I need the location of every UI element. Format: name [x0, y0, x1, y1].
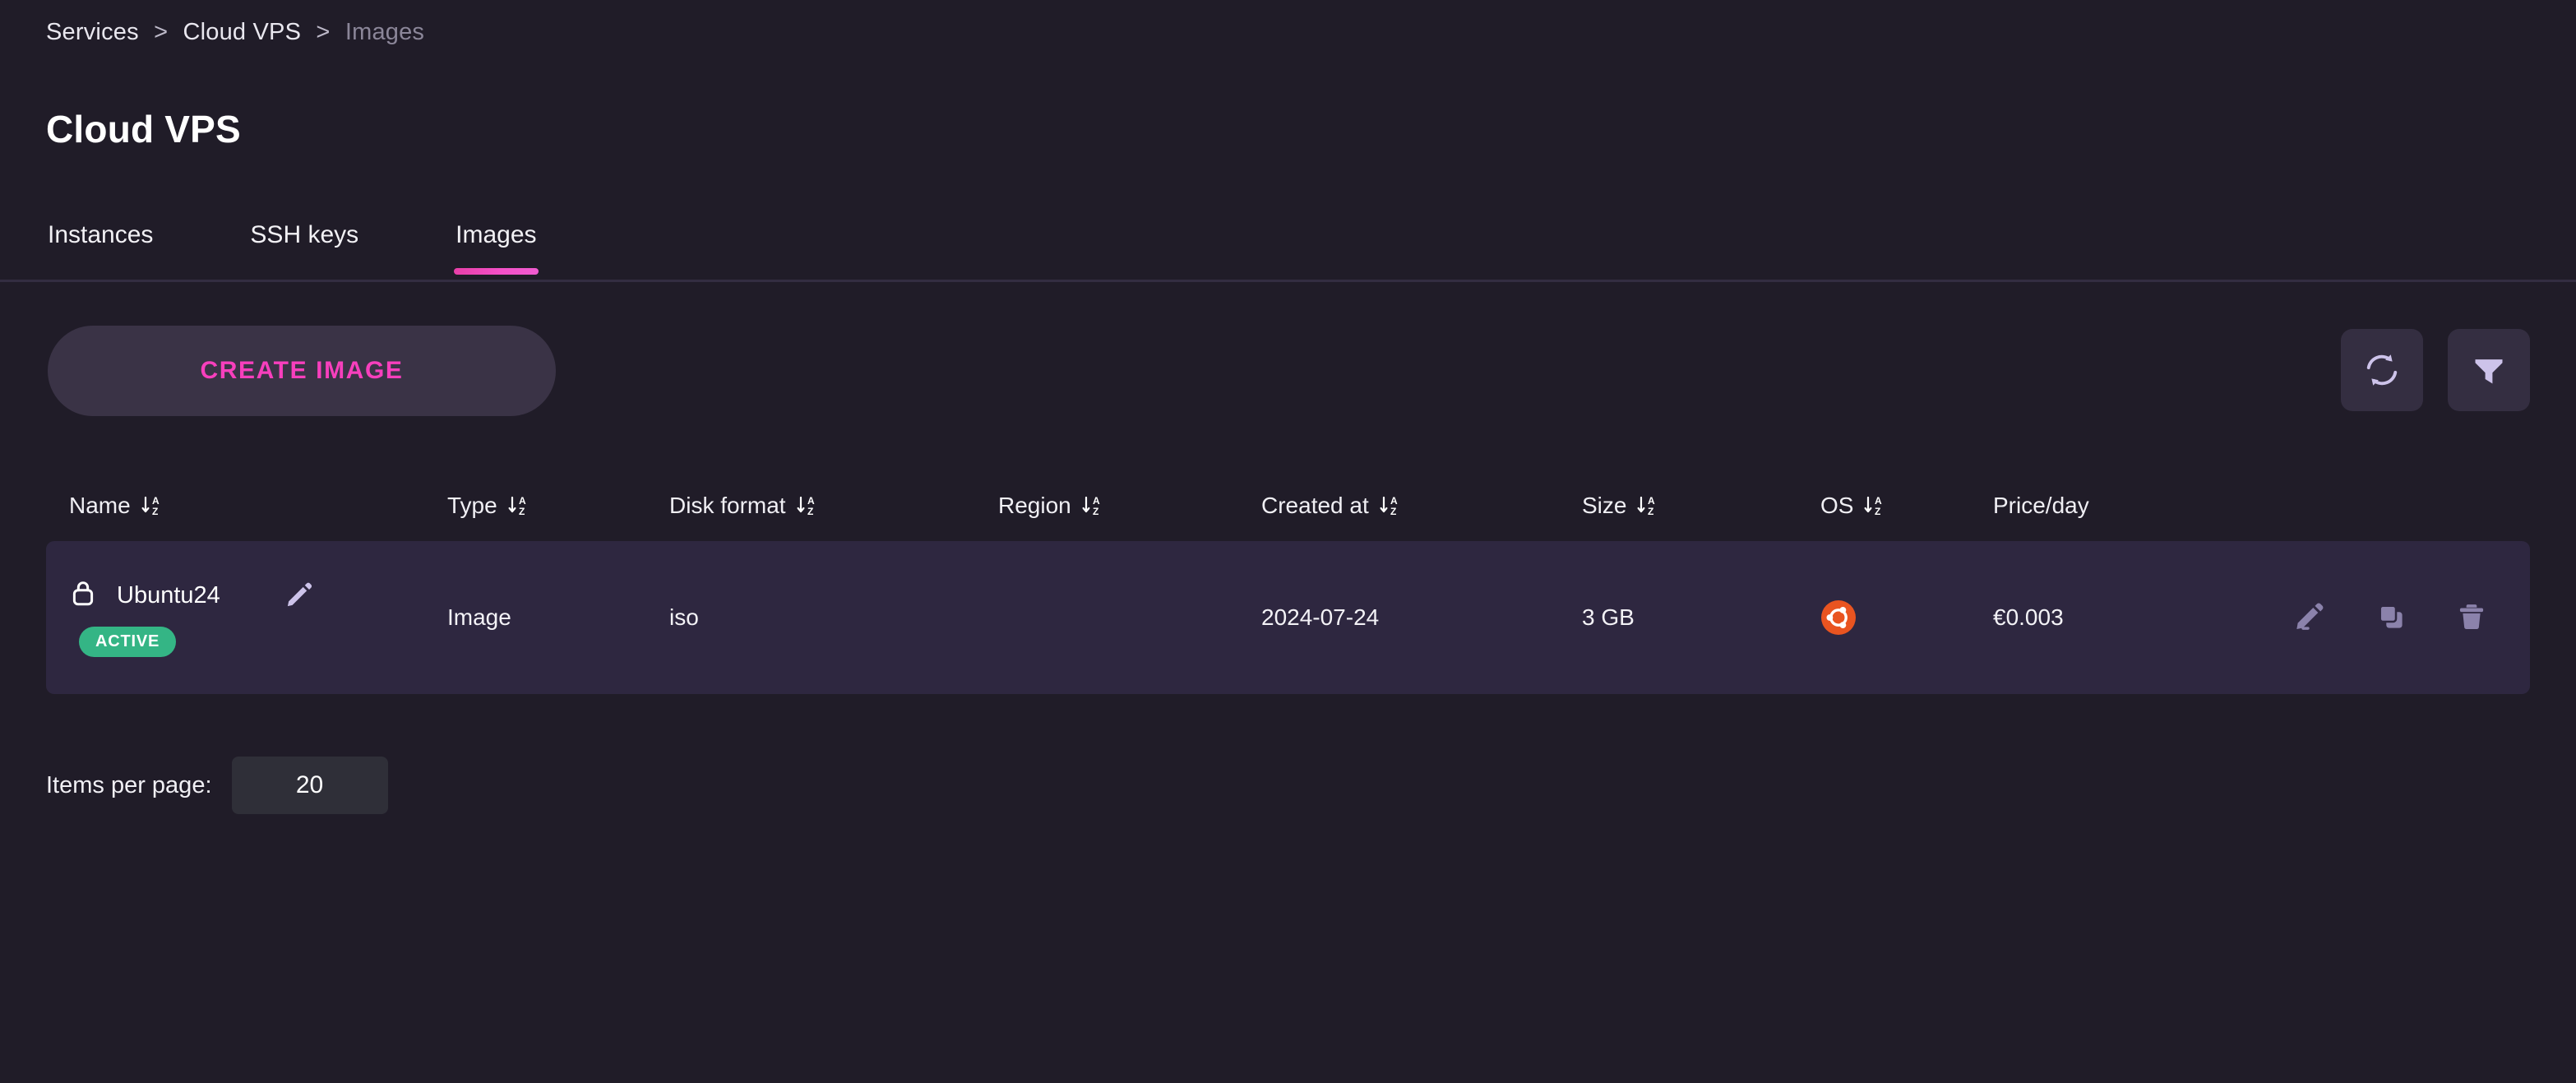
page-title: Cloud VPS [46, 108, 241, 150]
cell-price-day: €0.003 [1993, 604, 2064, 630]
svg-text:A: A [1093, 495, 1100, 507]
svg-text:A: A [152, 495, 160, 507]
tab-images[interactable]: Images [454, 220, 539, 275]
column-header-type[interactable]: Type A Z [447, 493, 669, 519]
cell-type: Image [447, 604, 511, 630]
row-actions [2248, 600, 2507, 636]
filter-button[interactable] [2448, 329, 2530, 411]
column-header-label: Type [447, 493, 497, 518]
column-header-price-day: Price/day [1993, 493, 2248, 519]
column-header-label: Size [1582, 493, 1627, 518]
svg-text:A: A [1875, 495, 1882, 507]
cell-region [998, 604, 1261, 632]
svg-text:Z: Z [1648, 506, 1653, 517]
svg-text:A: A [807, 495, 815, 507]
sort-alphabetical-icon[interactable]: A Z [796, 493, 817, 518]
tab-bar: Instances SSH keys Images [46, 220, 539, 275]
cell-size: 3 GB [1582, 604, 1635, 630]
tab-active-indicator [454, 268, 539, 275]
svg-text:Z: Z [152, 506, 158, 517]
table-row[interactable]: Ubuntu24 ACTIVE Image iso 2024-07-24 3 G… [46, 541, 2530, 694]
breadcrumb: Services > Cloud VPS > Images [46, 18, 424, 46]
status-badge: ACTIVE [79, 627, 177, 657]
image-name: Ubuntu24 [117, 582, 220, 609]
netherlands-flag-icon [998, 604, 1038, 632]
svg-text:Z: Z [1093, 506, 1098, 517]
column-header-label: Price/day [1993, 493, 2089, 518]
items-per-page-select[interactable]: 20 [231, 757, 388, 814]
table-header-row: Name A Z Type A Z Disk format A Z Region… [46, 477, 2530, 535]
sort-alphabetical-icon[interactable]: A Z [1863, 493, 1885, 518]
edit-name-button[interactable] [284, 580, 314, 612]
column-header-label: Region [998, 493, 1071, 518]
cell-os [1820, 599, 1993, 636]
images-table: Name A Z Type A Z Disk format A Z Region… [46, 477, 2530, 694]
svg-text:Z: Z [1875, 506, 1880, 517]
svg-text:Z: Z [807, 506, 813, 517]
sort-alphabetical-icon[interactable]: A Z [1636, 493, 1658, 518]
column-header-label: Name [69, 493, 131, 518]
tab-instances[interactable]: Instances [46, 220, 155, 275]
svg-text:Z: Z [519, 506, 525, 517]
column-header-disk-format[interactable]: Disk format A Z [669, 493, 998, 519]
column-header-size[interactable]: Size A Z [1582, 493, 1820, 519]
header-divider [0, 280, 2576, 282]
tab-label: Instances [48, 221, 154, 248]
trash-icon [2456, 601, 2487, 635]
breadcrumb-item-cloud-vps[interactable]: Cloud VPS [183, 19, 301, 45]
lock-icon [69, 578, 97, 613]
create-image-button[interactable]: CREATE IMAGE [48, 326, 556, 416]
breadcrumb-item-services[interactable]: Services [46, 19, 139, 45]
tab-ssh-keys[interactable]: SSH keys [248, 220, 360, 275]
breadcrumb-item-images: Images [345, 19, 425, 45]
sort-alphabetical-icon[interactable]: A Z [507, 493, 529, 518]
column-header-created-at[interactable]: Created at A Z [1261, 493, 1582, 519]
edit-row-button[interactable] [2293, 600, 2326, 636]
cell-name: Ubuntu24 ACTIVE [69, 578, 447, 657]
svg-text:A: A [1648, 495, 1655, 507]
sort-alphabetical-icon[interactable]: A Z [141, 493, 162, 518]
pencil-icon [284, 580, 314, 612]
tab-label: SSH keys [250, 221, 359, 248]
column-header-label: Disk format [669, 493, 786, 518]
items-per-page-label: Items per page: [46, 771, 212, 798]
refresh-button[interactable] [2341, 329, 2423, 411]
column-header-name[interactable]: Name A Z [69, 493, 447, 519]
column-header-label: Created at [1261, 493, 1369, 518]
breadcrumb-separator: > [316, 19, 331, 45]
duplicate-row-button[interactable] [2375, 601, 2407, 635]
sort-alphabetical-icon[interactable]: A Z [1081, 493, 1103, 518]
cell-disk-format: iso [669, 604, 699, 630]
pencil-icon [2293, 600, 2326, 636]
column-header-label: OS [1820, 493, 1854, 518]
breadcrumb-separator: > [154, 19, 169, 45]
column-header-region[interactable]: Region A Z [998, 493, 1261, 519]
delete-row-button[interactable] [2456, 601, 2487, 635]
svg-text:A: A [519, 495, 526, 507]
sort-alphabetical-icon[interactable]: A Z [1379, 493, 1400, 518]
cell-created-at: 2024-07-24 [1261, 604, 1380, 630]
svg-text:A: A [1390, 495, 1398, 507]
column-header-os[interactable]: OS A Z [1820, 493, 1993, 519]
refresh-icon [2363, 351, 2401, 389]
tab-label: Images [456, 221, 537, 248]
copy-icon [2375, 601, 2407, 635]
filter-icon [2471, 352, 2507, 388]
pagination: Items per page: 20 [46, 757, 388, 814]
ubuntu-icon [1820, 599, 1993, 636]
svg-text:Z: Z [1390, 506, 1396, 517]
toolbar-icon-buttons [2341, 329, 2530, 411]
